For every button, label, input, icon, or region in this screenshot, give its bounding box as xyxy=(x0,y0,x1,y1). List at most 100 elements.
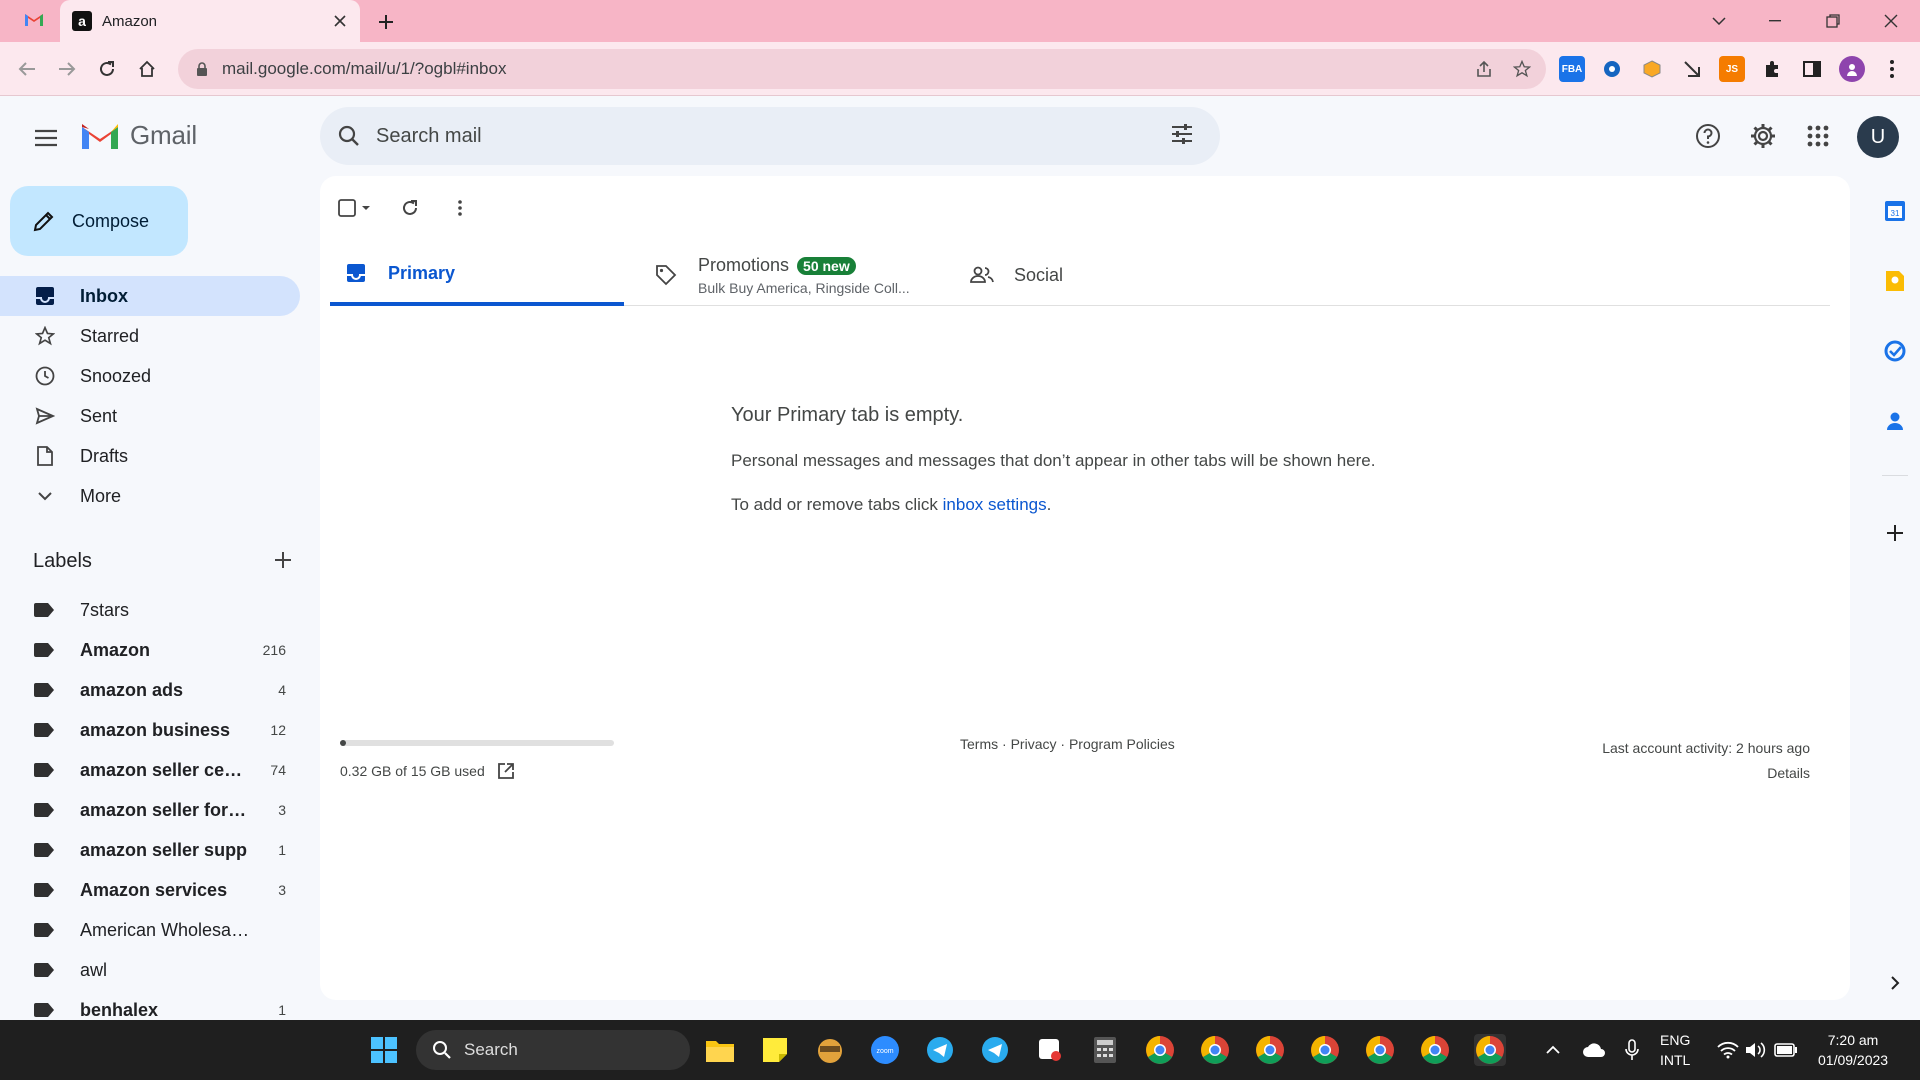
send-extension-icon[interactable] xyxy=(1679,56,1705,82)
external-link-icon[interactable] xyxy=(497,762,515,780)
main-menu-icon[interactable] xyxy=(26,118,66,158)
js-extension-icon[interactable]: JS xyxy=(1719,56,1745,82)
label-name: amazon ads xyxy=(80,679,184,700)
onedrive-cloud-icon[interactable] xyxy=(1578,1034,1610,1066)
details-link[interactable]: Details xyxy=(1602,761,1810,786)
select-all-checkbox[interactable] xyxy=(332,190,378,226)
snipping-tool-icon[interactable] xyxy=(1034,1034,1066,1066)
windows-start-icon[interactable] xyxy=(368,1034,400,1066)
side-panel-icon[interactable] xyxy=(1799,56,1825,82)
close-window-icon[interactable] xyxy=(1868,0,1914,42)
contacts-icon[interactable] xyxy=(1881,407,1909,435)
label-item[interactable]: Amazon services 3 xyxy=(0,870,300,910)
bookmark-star-icon[interactable] xyxy=(1510,57,1534,81)
zoom-app-icon[interactable]: zoom xyxy=(869,1034,901,1066)
language-indicator[interactable]: ENG INTL xyxy=(1660,1030,1690,1070)
profile-icon[interactable] xyxy=(1839,56,1865,82)
search-icon[interactable] xyxy=(338,125,360,147)
search-input[interactable]: Search mail xyxy=(376,125,482,148)
chrome-profile-4-icon[interactable] xyxy=(1309,1034,1341,1066)
chrome-profile-5-icon[interactable] xyxy=(1364,1034,1396,1066)
cube-extension-icon[interactable] xyxy=(1639,56,1665,82)
forward-icon[interactable] xyxy=(52,54,82,84)
clock[interactable]: 7:20 am 01/09/2023 xyxy=(1818,1030,1888,1070)
sidebar-item-starred[interactable]: Starred xyxy=(0,316,300,356)
tab-search-icon[interactable] xyxy=(1696,0,1742,42)
address-bar[interactable]: mail.google.com/mail/u/1/?ogbl#inbox xyxy=(178,49,1546,89)
terms-link[interactable]: Terms xyxy=(960,736,998,752)
tab-promotions[interactable]: Promotions 50 new Bulk Buy America, Rings… xyxy=(654,244,954,306)
label-item[interactable]: Amazon 216 xyxy=(0,630,300,670)
chrome-profile-2-icon[interactable] xyxy=(1199,1034,1231,1066)
microphone-icon[interactable] xyxy=(1616,1034,1648,1066)
add-label-icon[interactable] xyxy=(273,550,293,570)
tab-social[interactable]: Social xyxy=(970,244,1230,306)
search-options-icon[interactable] xyxy=(1170,122,1194,146)
privacy-link[interactable]: Privacy xyxy=(1011,736,1057,752)
account-avatar[interactable]: U xyxy=(1857,116,1899,158)
browser-tab-amazon[interactable]: a Amazon xyxy=(60,0,360,42)
more-options-icon[interactable] xyxy=(442,190,478,226)
help-icon[interactable] xyxy=(1688,116,1728,156)
chrome-active-icon[interactable] xyxy=(1474,1034,1506,1066)
telegram-icon[interactable] xyxy=(924,1034,956,1066)
sidebar-item-sent[interactable]: Sent xyxy=(0,396,300,436)
apps-grid-icon[interactable] xyxy=(1798,116,1838,156)
chrome-profile-6-icon[interactable] xyxy=(1419,1034,1451,1066)
label-count: 216 xyxy=(262,642,286,658)
fba-extension-icon[interactable]: FBA xyxy=(1559,56,1585,82)
tray-overflow-chevron-icon[interactable] xyxy=(1537,1034,1569,1066)
sidebar-item-drafts[interactable]: Drafts xyxy=(0,436,300,476)
side-panel-apps: 31 xyxy=(1870,176,1920,1000)
empty-settings-hint: To add or remove tabs click inbox settin… xyxy=(731,495,1376,515)
get-addons-plus-icon[interactable] xyxy=(1881,519,1909,547)
sidebar-item-snoozed[interactable]: Snoozed xyxy=(0,356,300,396)
site-info-icon[interactable] xyxy=(196,62,208,76)
browser-menu-icon[interactable] xyxy=(1879,56,1905,82)
telegram-2-icon[interactable] xyxy=(979,1034,1011,1066)
keep-icon[interactable] xyxy=(1881,267,1909,295)
refresh-icon[interactable] xyxy=(392,190,428,226)
calendar-icon[interactable]: 31 xyxy=(1881,197,1909,225)
sidebar-item-more[interactable]: More xyxy=(0,476,300,516)
new-tab-button[interactable] xyxy=(372,8,400,36)
program-policies-link[interactable]: Program Policies xyxy=(1069,736,1175,752)
inbox-settings-link[interactable]: inbox settings xyxy=(943,495,1047,514)
label-item[interactable]: amazon business 12 xyxy=(0,710,300,750)
battery-icon[interactable] xyxy=(1770,1034,1802,1066)
label-item[interactable]: amazon ads 4 xyxy=(0,670,300,710)
label-item[interactable]: awl xyxy=(0,950,300,990)
restore-icon[interactable] xyxy=(1810,0,1856,42)
search-bar[interactable]: Search mail xyxy=(320,107,1220,165)
label-item[interactable]: amazon seller supp 1 xyxy=(0,830,300,870)
extensions-puzzle-icon[interactable] xyxy=(1759,56,1785,82)
compose-button[interactable]: Compose xyxy=(10,186,188,256)
browser-tab-gmail[interactable] xyxy=(12,0,56,42)
label-item[interactable]: amazon seller cen... 74 xyxy=(0,750,300,790)
share-icon[interactable] xyxy=(1472,57,1496,81)
back-icon[interactable] xyxy=(12,54,42,84)
sticky-notes-icon[interactable] xyxy=(759,1034,791,1066)
chrome-profile-3-icon[interactable] xyxy=(1254,1034,1286,1066)
volume-icon[interactable] xyxy=(1740,1034,1772,1066)
calculator-icon[interactable] xyxy=(1089,1034,1121,1066)
app-mascot-icon[interactable] xyxy=(814,1034,846,1066)
expand-side-panel-icon[interactable] xyxy=(1881,969,1909,997)
settings-gear-icon[interactable] xyxy=(1743,116,1783,156)
tab-primary[interactable]: Primary xyxy=(330,244,624,306)
label-item[interactable]: 7stars xyxy=(0,590,300,630)
label-item[interactable]: American Wholesaler xyxy=(0,910,300,950)
minimize-icon[interactable] xyxy=(1752,0,1798,42)
labels-heading-text: Labels xyxy=(33,550,92,572)
file-explorer-icon[interactable] xyxy=(704,1034,736,1066)
close-tab-icon[interactable] xyxy=(328,9,352,33)
reload-icon[interactable] xyxy=(92,54,122,84)
puzzle-helper-icon[interactable] xyxy=(1599,56,1625,82)
label-item[interactable]: amazon seller foru... 3 xyxy=(0,790,300,830)
sidebar-item-inbox[interactable]: Inbox xyxy=(0,276,300,316)
tasks-icon[interactable] xyxy=(1881,337,1909,365)
taskbar-search[interactable]: Search xyxy=(416,1030,690,1070)
home-icon[interactable] xyxy=(132,54,162,84)
chrome-profile-1-icon[interactable] xyxy=(1144,1034,1176,1066)
gmail-logo[interactable]: Gmail xyxy=(80,120,197,151)
